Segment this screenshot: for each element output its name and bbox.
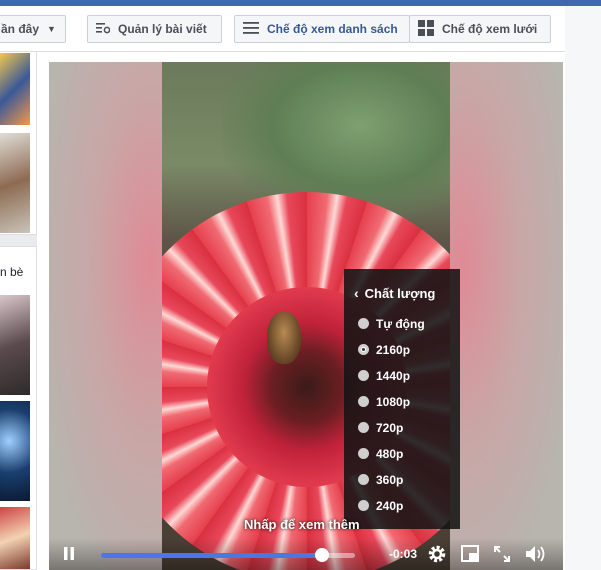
radio-icon — [358, 474, 369, 485]
friends-photo-card — [0, 50, 37, 235]
click-to-see-more-hint[interactable]: Nhấp để xem thêm — [244, 517, 360, 532]
video-controls: -0:03 — [49, 538, 563, 570]
radio-icon — [358, 448, 369, 459]
quality-option-360p[interactable]: 360p — [358, 473, 404, 487]
quality-menu-title: Chất lượng — [364, 285, 436, 301]
video-card: ‹ Chất lượng Tự động 2160p 1440p 1080p 7… — [37, 52, 565, 570]
quality-option-label: 720p — [376, 421, 404, 435]
radio-icon — [358, 500, 369, 511]
video-blurred-background-left — [49, 62, 162, 570]
friends-label[interactable]: n bè — [0, 265, 23, 279]
radio-icon — [358, 396, 369, 407]
progress-scrubber[interactable] — [314, 548, 329, 562]
list-view-button[interactable]: Chế độ xem danh sách — [234, 15, 410, 43]
friends-card: n bè — [0, 246, 37, 570]
quality-option-auto[interactable]: Tự động — [358, 317, 425, 331]
pause-icon[interactable] — [63, 547, 75, 563]
volume-icon[interactable] — [525, 544, 547, 567]
manage-posts-label: Quản lý bài viết — [118, 22, 207, 36]
grid-view-label: Chế độ xem lưới — [442, 22, 538, 36]
friend-photo[interactable] — [0, 133, 30, 233]
quality-option-label: 480p — [376, 447, 404, 461]
friend-photo[interactable] — [0, 53, 30, 125]
sort-label: ần đây — [1, 22, 40, 36]
manage-posts-icon — [96, 22, 111, 37]
picture-in-picture-icon[interactable] — [461, 545, 479, 565]
quality-option-2160p[interactable]: 2160p — [358, 343, 411, 357]
chevron-left-icon: ‹ — [354, 285, 359, 301]
list-view-label: Chế độ xem danh sách — [267, 22, 398, 36]
radio-icon — [358, 318, 369, 329]
grid-view-button[interactable]: Chế độ xem lưới — [409, 15, 551, 43]
video-bee — [267, 312, 301, 364]
quality-option-1080p[interactable]: 1080p — [358, 395, 411, 409]
quality-option-720p[interactable]: 720p — [358, 421, 404, 435]
quality-option-label: 240p — [376, 499, 404, 513]
manage-posts-button[interactable]: Quản lý bài viết — [87, 15, 222, 43]
progress-fill — [101, 553, 322, 558]
quality-option-1440p[interactable]: 1440p — [358, 369, 411, 383]
left-sidebar: n bè — [0, 6, 37, 570]
quality-menu-back[interactable]: ‹ Chất lượng — [354, 285, 435, 301]
time-remaining: -0:03 — [389, 547, 418, 561]
radio-icon — [358, 370, 369, 381]
progress-bar[interactable] — [101, 548, 355, 562]
video-player[interactable]: ‹ Chất lượng Tự động 2160p 1440p 1080p 7… — [49, 62, 563, 570]
quality-option-label: 360p — [376, 473, 404, 487]
quality-option-label: Tự động — [376, 317, 425, 331]
quality-option-label: 2160p — [376, 343, 411, 357]
list-icon — [243, 21, 259, 37]
quality-option-label: 1440p — [376, 369, 411, 383]
quality-option-240p[interactable]: 240p — [358, 499, 404, 513]
caret-down-icon: ▼ — [47, 24, 56, 34]
quality-option-480p[interactable]: 480p — [358, 447, 404, 461]
sort-dropdown[interactable]: ần đây ▼ — [0, 15, 66, 43]
quality-menu: ‹ Chất lượng Tự động 2160p 1440p 1080p 7… — [344, 269, 460, 529]
photos-toolbar: ần đây ▼ Quản lý bài viết Chế độ xem dan… — [0, 6, 565, 52]
friend-photo[interactable] — [0, 295, 30, 395]
friend-photo[interactable] — [0, 507, 30, 569]
gear-icon[interactable] — [427, 544, 447, 567]
grid-icon — [418, 19, 434, 39]
right-page-margin — [565, 6, 601, 570]
friend-photo[interactable] — [0, 401, 30, 501]
fullscreen-icon[interactable] — [494, 546, 510, 565]
quality-option-label: 1080p — [376, 395, 411, 409]
video-blurred-background-right — [450, 62, 563, 570]
radio-icon — [358, 422, 369, 433]
radio-selected-icon — [358, 344, 369, 355]
